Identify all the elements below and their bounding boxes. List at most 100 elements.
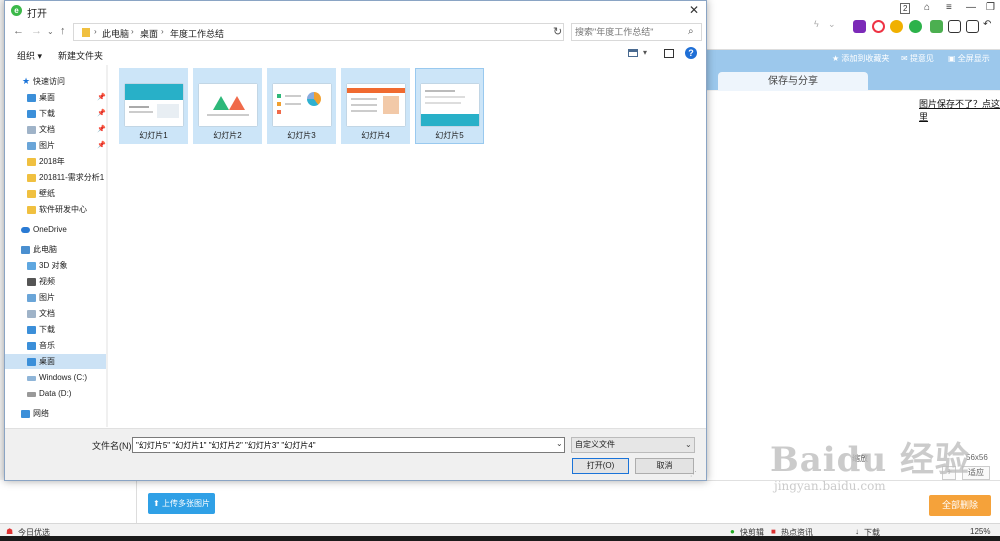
file-item[interactable]: 幻灯片2 xyxy=(193,68,262,144)
clipboard-icon[interactable] xyxy=(966,20,979,33)
file-item[interactable]: 幻灯片5 xyxy=(415,68,484,144)
add-favorite-link[interactable]: ★ 添加到收藏夹 xyxy=(832,53,889,64)
breadcrumb-folder[interactable]: 年度工作总结 xyxy=(170,27,224,40)
chevron-down-icon[interactable]: ⌄ xyxy=(828,19,841,32)
file-name: 幻灯片3 xyxy=(287,131,316,140)
sidebar-item-documents-pc[interactable]: 文档 xyxy=(5,306,106,321)
upload-label: 上传多张图片 xyxy=(161,499,210,508)
file-item[interactable]: 幻灯片4 xyxy=(341,68,410,144)
sidebar-item-onedrive[interactable]: OneDrive xyxy=(5,222,106,237)
forward-arrow-icon[interactable]: → xyxy=(31,25,42,37)
sidebar-item-documents[interactable]: 文档 📌 xyxy=(5,122,106,137)
sidebar-item-downloads-pc[interactable]: 下载 xyxy=(5,322,106,337)
feedback-link[interactable]: ✉ 提意见 xyxy=(901,53,934,64)
sidebar-item-pictures-pc[interactable]: 图片 xyxy=(5,290,106,305)
breadcrumb-desktop[interactable]: 桌面 xyxy=(140,27,158,40)
sidebar-scrollbar[interactable] xyxy=(106,65,108,427)
view-options-icon[interactable] xyxy=(628,49,638,57)
pin-icon[interactable]: 📌 xyxy=(97,90,106,105)
upload-multiple-button[interactable]: ⬆ 上传多张图片 xyxy=(148,493,215,514)
file-item[interactable]: 幻灯片3 xyxy=(267,68,336,144)
sidebar-label: OneDrive xyxy=(33,225,67,234)
add-favorite-label: 添加到收藏夹 xyxy=(841,54,890,63)
delete-all-button[interactable]: 全部删除 xyxy=(929,495,991,516)
help-icon[interactable]: ? xyxy=(685,47,697,59)
status-zoom[interactable]: 125% xyxy=(970,527,990,536)
fullscreen-link[interactable]: ▣ 全屏显示 xyxy=(948,53,990,64)
refresh-icon[interactable]: ↻ xyxy=(553,25,562,38)
apps-grid-icon[interactable] xyxy=(930,20,943,33)
breadcrumb-separator: › xyxy=(161,27,164,36)
file-name: 幻灯片5 xyxy=(435,131,464,140)
view-chevron-icon[interactable]: ▾ xyxy=(643,48,647,57)
sidebar-item-network[interactable]: 网络 xyxy=(5,406,106,421)
breadcrumb-separator: › xyxy=(131,27,134,36)
extension-purple-icon[interactable] xyxy=(853,20,866,33)
undo-icon[interactable]: ↶ xyxy=(983,19,996,32)
search-box[interactable]: ⌕ xyxy=(571,23,702,41)
extension-red-icon[interactable] xyxy=(872,20,885,33)
sidebar-item-drive-d[interactable]: Data (D:) xyxy=(5,386,106,401)
sidebar-item-pictures[interactable]: 图片 📌 xyxy=(5,138,106,153)
sidebar-item-videos[interactable]: 视频 xyxy=(5,274,106,289)
sidebar-item-music[interactable]: 音乐 xyxy=(5,338,106,353)
menu-icon[interactable]: ≡ xyxy=(946,2,952,13)
recent-chevron-icon[interactable]: ⌄ xyxy=(47,27,54,36)
extension-yellow-icon[interactable] xyxy=(890,20,903,33)
tab-save-share[interactable]: 保存与分享 xyxy=(718,72,868,91)
help-link[interactable]: 图片保存不了？点这里 xyxy=(919,97,1000,123)
resize-grip-icon[interactable]: ⋰ xyxy=(690,470,697,478)
sidebar-item-this-pc[interactable]: 此电脑 xyxy=(5,242,106,257)
new-folder-button[interactable]: 新建文件夹 xyxy=(58,49,103,62)
dialog-titlebar: e 打开 ✕ xyxy=(5,1,706,21)
cancel-button[interactable]: 取消 xyxy=(635,458,694,474)
sidebar-quick-access[interactable]: ★ 快速访问 xyxy=(5,74,106,89)
filename-input[interactable] xyxy=(132,437,565,453)
pictures-icon xyxy=(27,294,36,302)
open-button[interactable]: 打开(O) xyxy=(572,458,629,474)
sidebar-item-desktop-pc[interactable]: 桌面 xyxy=(5,354,106,369)
sidebar-item-recent[interactable]: 201811-需求分析1 xyxy=(5,170,106,185)
dialog-footer: 文件名(N): ⌄ 自定义文件 ⌄ 打开(O) 取消 xyxy=(5,428,706,480)
sidebar-item-recent[interactable]: 壁纸 xyxy=(5,186,106,201)
sidebar-item-3d-objects[interactable]: 3D 对象 xyxy=(5,258,106,273)
folder-icon xyxy=(27,190,36,198)
folder-icon xyxy=(82,28,90,37)
scissors-icon: ● xyxy=(730,527,735,536)
sidebar-label: 下载 xyxy=(39,325,55,334)
back-arrow-icon[interactable]: ← xyxy=(13,25,24,37)
minimize-icon[interactable]: — xyxy=(966,2,976,13)
close-button[interactable]: ✕ xyxy=(689,3,699,17)
pictures-icon xyxy=(27,142,36,150)
pin-icon[interactable]: 📌 xyxy=(97,106,106,121)
sidebar-item-desktop[interactable]: 桌面 📌 xyxy=(5,90,106,105)
tab-count-badge[interactable]: 2 xyxy=(900,3,911,14)
sidebar-item-recent[interactable]: 2018年 xyxy=(5,154,106,169)
tablet-icon[interactable] xyxy=(948,20,961,33)
address-bar[interactable]: › 此电脑 › 桌面 › 年度工作总结 ⌄ xyxy=(73,23,608,41)
file-name: 幻灯片4 xyxy=(361,131,390,140)
sidebar-label: 壁纸 xyxy=(39,189,55,198)
shirt-icon[interactable]: ⌂ xyxy=(924,2,930,13)
maximize-icon[interactable]: ❐ xyxy=(986,2,995,13)
sidebar-item-downloads[interactable]: 下载 📌 xyxy=(5,106,106,121)
chevron-down-icon[interactable]: ⌄ xyxy=(556,439,563,448)
organize-menu[interactable]: 组织 ▾ xyxy=(17,49,42,62)
sidebar-item-drive-c[interactable]: Windows (C:) xyxy=(5,370,106,385)
breadcrumb-this-pc[interactable]: 此电脑 xyxy=(102,27,129,40)
drive-icon xyxy=(27,376,36,381)
preview-pane-icon[interactable] xyxy=(664,49,674,58)
extension-green-icon[interactable] xyxy=(909,20,922,33)
file-item[interactable]: 幻灯片1 xyxy=(119,68,188,144)
feedback-label: 提意见 xyxy=(909,54,934,63)
lightning-icon[interactable]: ϟ xyxy=(814,19,827,32)
music-icon xyxy=(27,342,36,350)
up-arrow-icon[interactable]: ↑ xyxy=(60,25,66,37)
search-icon[interactable]: ⌕ xyxy=(688,26,694,37)
sidebar-item-recent[interactable]: 软件研发中心 xyxy=(5,202,106,217)
pin-icon[interactable]: 📌 xyxy=(97,122,106,137)
file-type-select[interactable]: 自定义文件 ⌄ xyxy=(571,437,695,453)
pin-icon[interactable]: 📌 xyxy=(97,138,106,153)
download-folder-icon xyxy=(27,110,36,118)
search-input[interactable] xyxy=(575,25,685,39)
